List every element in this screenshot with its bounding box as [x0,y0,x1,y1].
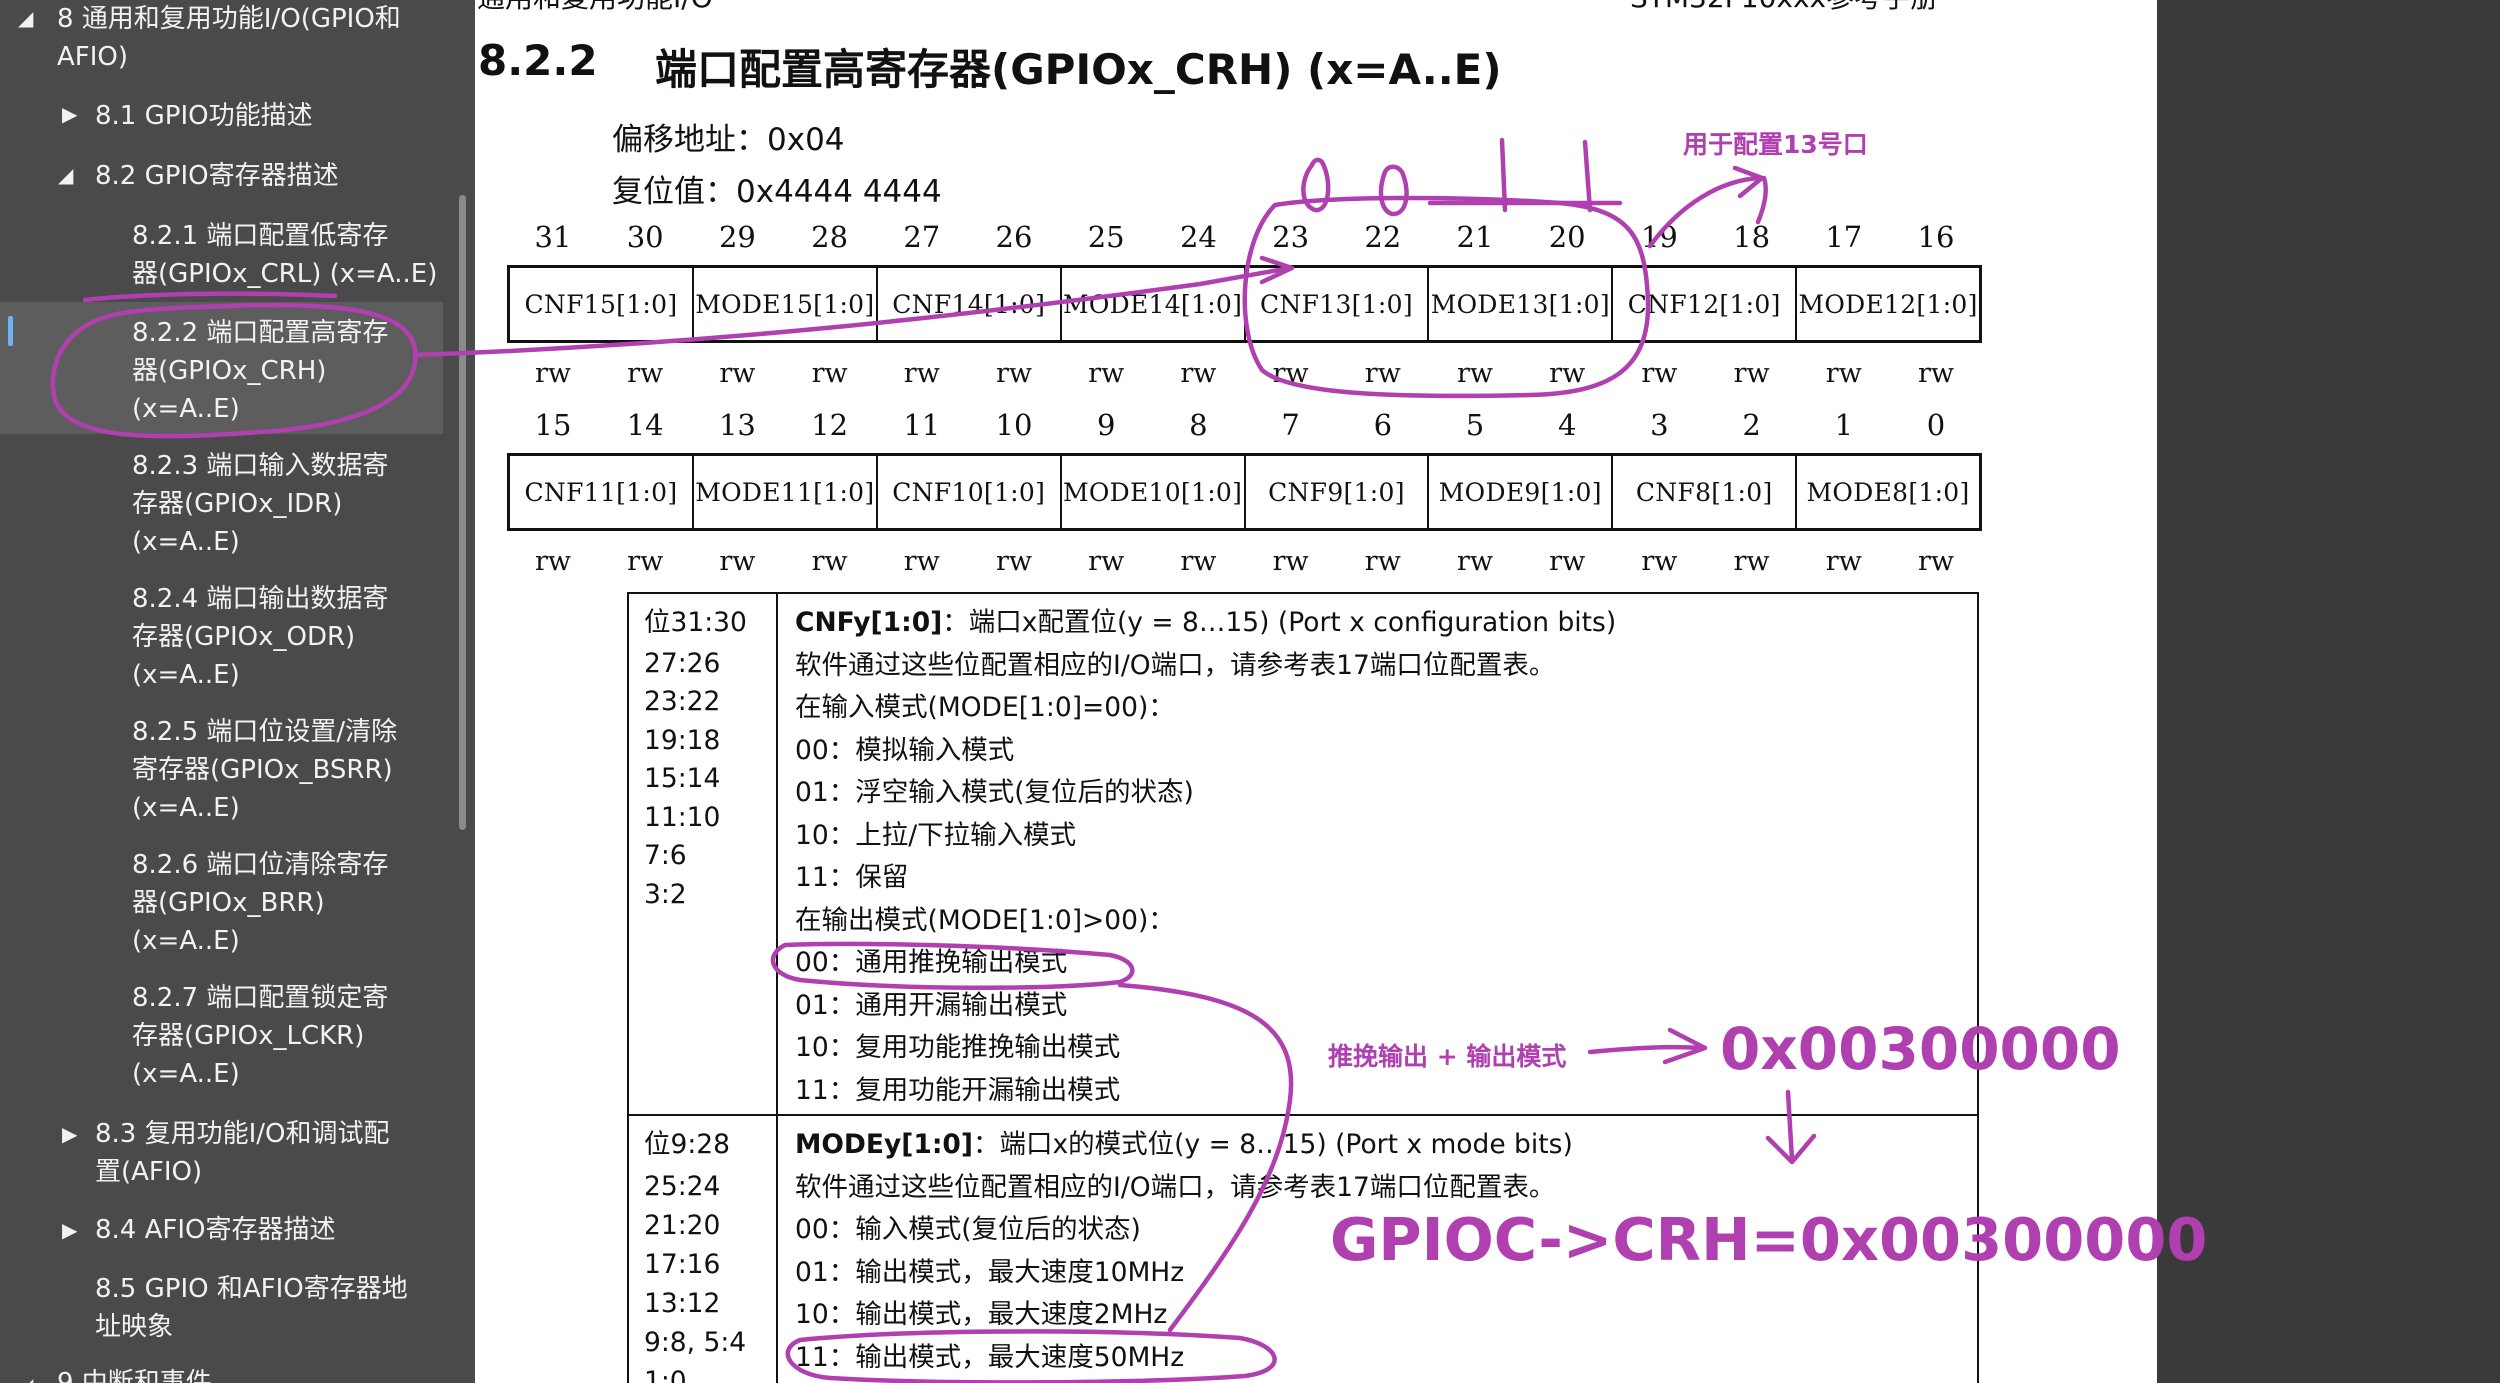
annotation-underline-sidebar [82,291,338,303]
annotation-note-port13: 用于配置13号口 [1683,130,1868,159]
annotation-circle-50mhz [785,1329,1277,1383]
annotation-circle-port13 [1242,195,1651,399]
annotation-arrow-to-hex [1587,1044,1703,1055]
annotation-circle-sidebar [50,302,418,439]
annotation-arrow-curve [1647,175,1763,249]
annotation-assignment: GPIOC->CRH=0x00300000 [1330,1205,2208,1274]
annotation-tick [1755,175,1768,225]
handwritten-digit [1582,139,1593,213]
handwritten-digit [1499,137,1508,213]
annotation-curve-to-50mhz [1117,982,1294,1333]
annotation-connector-line [412,265,1293,358]
annotation-circle-pushpull [770,941,1135,991]
annotation-overlay [50,137,1817,1383]
handwritten-digit [1378,164,1409,217]
annotation-arrow-down [1785,1089,1795,1163]
annotation-hex-value: 0x00300000 [1720,1015,2121,1083]
annotation-note-mode: 推挽输出 + 输出模式 [1328,1042,1567,1071]
